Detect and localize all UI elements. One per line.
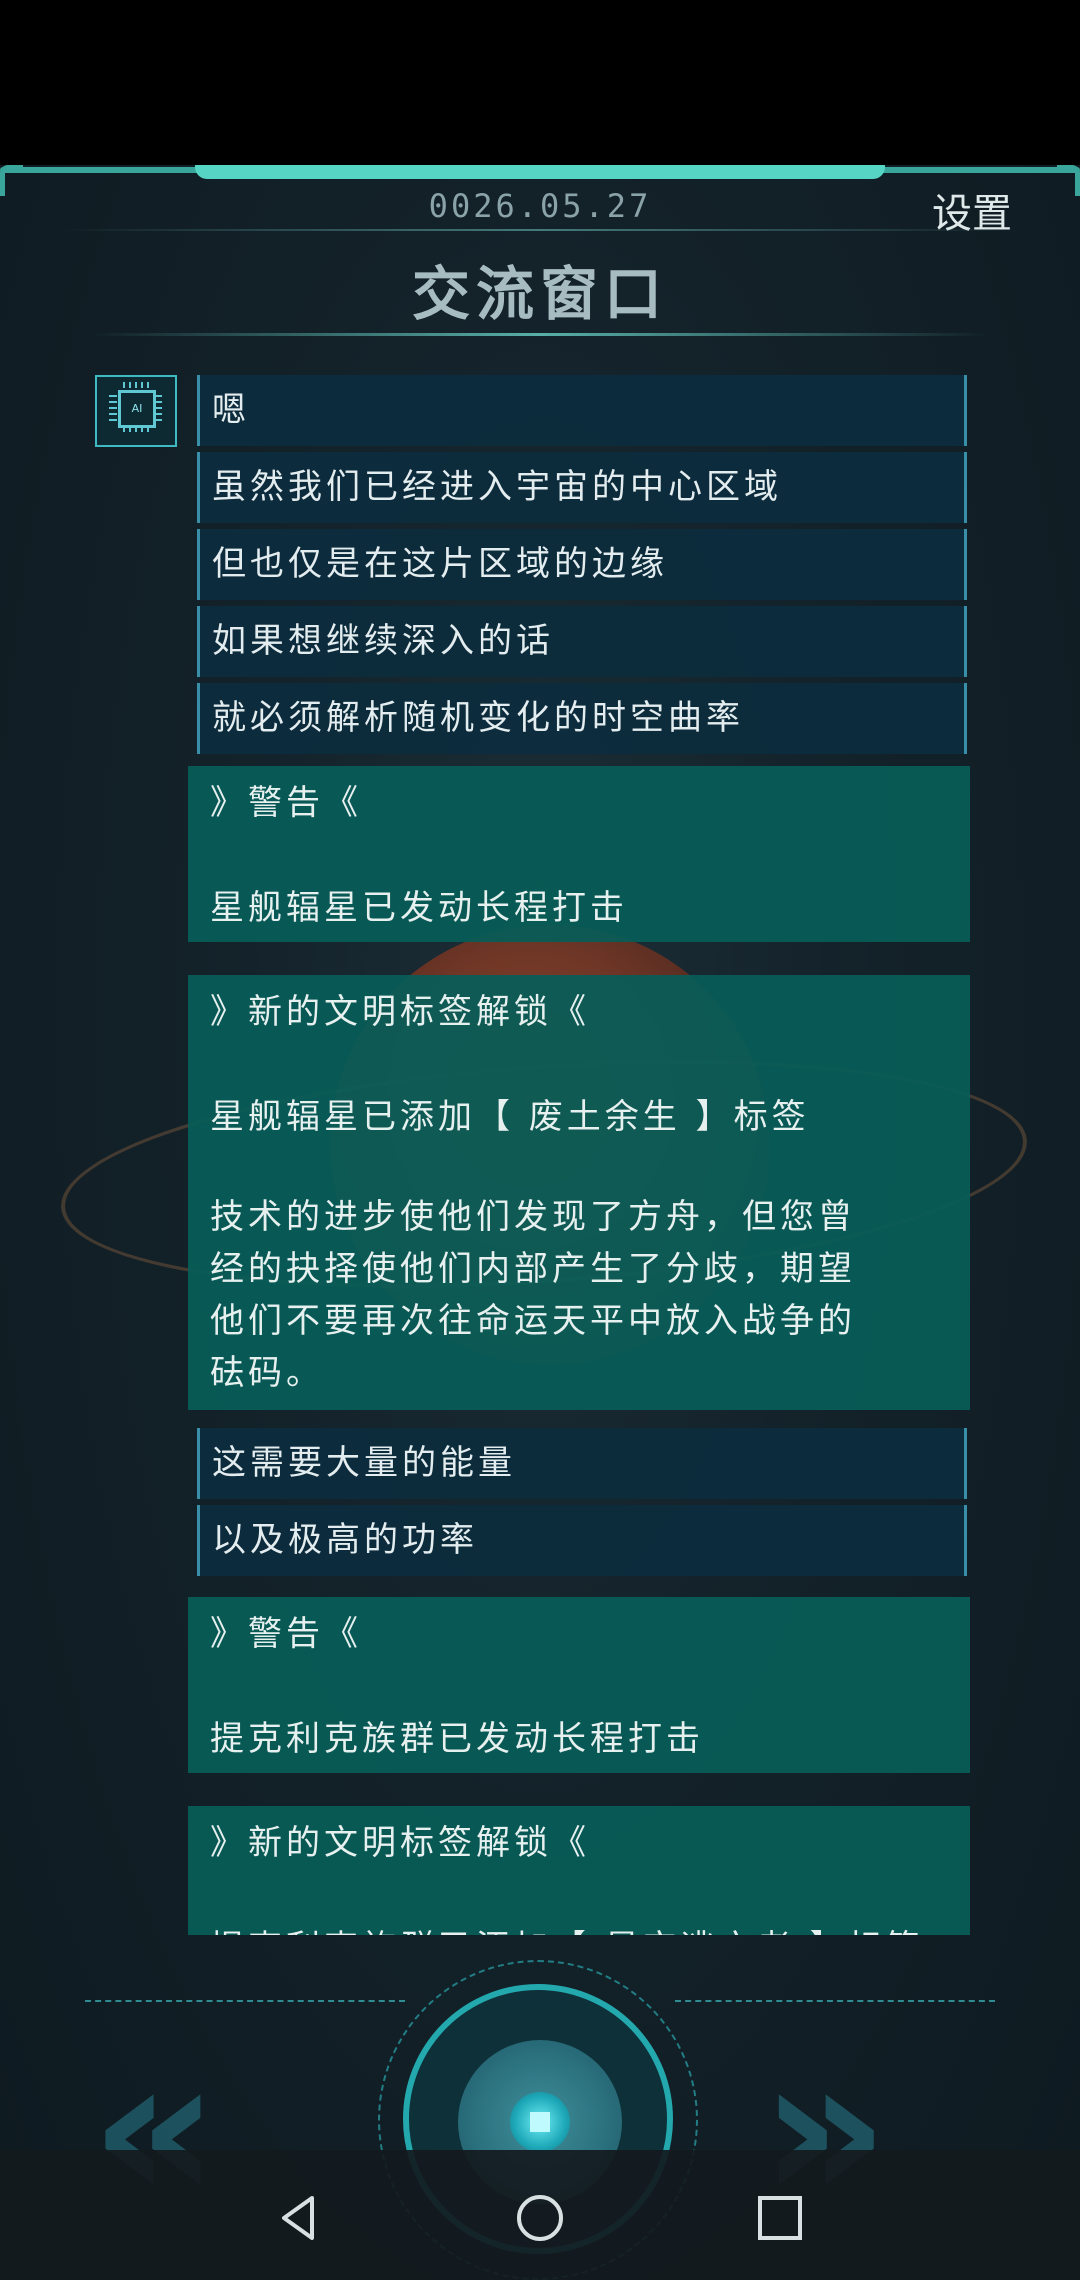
ai-chip-icon: AI: [95, 375, 177, 447]
divider-right: [675, 2000, 995, 2002]
notice-heading: 》新的文明标签解锁《: [210, 1823, 590, 1863]
message-bubble: 就必须解析随机变化的时空曲率: [197, 683, 967, 754]
notice-heading: 》警告《: [210, 783, 362, 823]
warning-notice: 》警告《 星舰辐星已发动长程打击: [188, 766, 970, 942]
notice-paragraph-line: 技术的进步使他们发现了方舟，但您曾: [210, 1197, 856, 1237]
civilization-tag-notice: 》新的文明标签解锁《 星舰辐星已添加【 废土余生 】标签 技术的进步使他们发现了…: [188, 975, 970, 1410]
message-bubble: 这需要大量的能量: [197, 1428, 967, 1499]
chat-window: 0026.05.27 设置 交流窗口 AI 嗯 虽然我们已经进入宇宙的中心区域 …: [0, 165, 1080, 2280]
civilization-tag-notice: 》新的文明标签解锁《 提克利克族群已添加【 星空逃亡者 】标签: [188, 1806, 970, 1935]
notice-paragraph-line: 砝码。: [210, 1353, 324, 1393]
notice-paragraph-line: 他们不要再次往命运天平中放入战争的: [210, 1301, 856, 1341]
message-bubble: 以及极高的功率: [197, 1505, 967, 1576]
back-icon[interactable]: [272, 2192, 324, 2244]
date-label: 0026.05.27: [428, 187, 652, 225]
message-list[interactable]: AI 嗯 虽然我们已经进入宇宙的中心区域 但也仅是在这片区域的边缘 如果想继续深…: [0, 375, 1080, 1935]
page-title: 交流窗口: [411, 260, 668, 328]
notice-body: 提克利克族群已添加【 星空逃亡者 】标签: [210, 1922, 952, 1935]
message-bubble: 嗯: [197, 375, 967, 446]
notice-paragraph-line: 经的抉择使他们内部产生了分歧，期望: [210, 1249, 856, 1289]
title-divider-top: [60, 229, 1020, 231]
notice-heading: 》新的文明标签解锁《: [210, 992, 590, 1032]
message-bubble: 但也仅是在这片区域的边缘: [197, 529, 967, 600]
title-divider-bottom: [90, 333, 990, 336]
notice-body: 提克利克族群已发动长程打击: [210, 1719, 704, 1759]
warning-notice: 》警告《 提克利克族群已发动长程打击: [188, 1597, 970, 1773]
stop-square-icon[interactable]: [530, 2112, 550, 2132]
recent-apps-icon[interactable]: [754, 2192, 806, 2244]
notice-body: 星舰辐星已发动长程打击: [210, 888, 628, 928]
system-nav-bar: [0, 2150, 1080, 2280]
notice-heading: 》警告《: [210, 1614, 362, 1654]
home-icon[interactable]: [514, 2192, 566, 2244]
status-bar: [0, 0, 1080, 165]
divider-left: [85, 2000, 405, 2002]
notice-body: 星舰辐星已添加【 废土余生 】标签: [210, 1097, 810, 1137]
message-bubble: 如果想继续深入的话: [197, 606, 967, 677]
message-bubble: 虽然我们已经进入宇宙的中心区域: [197, 452, 967, 523]
